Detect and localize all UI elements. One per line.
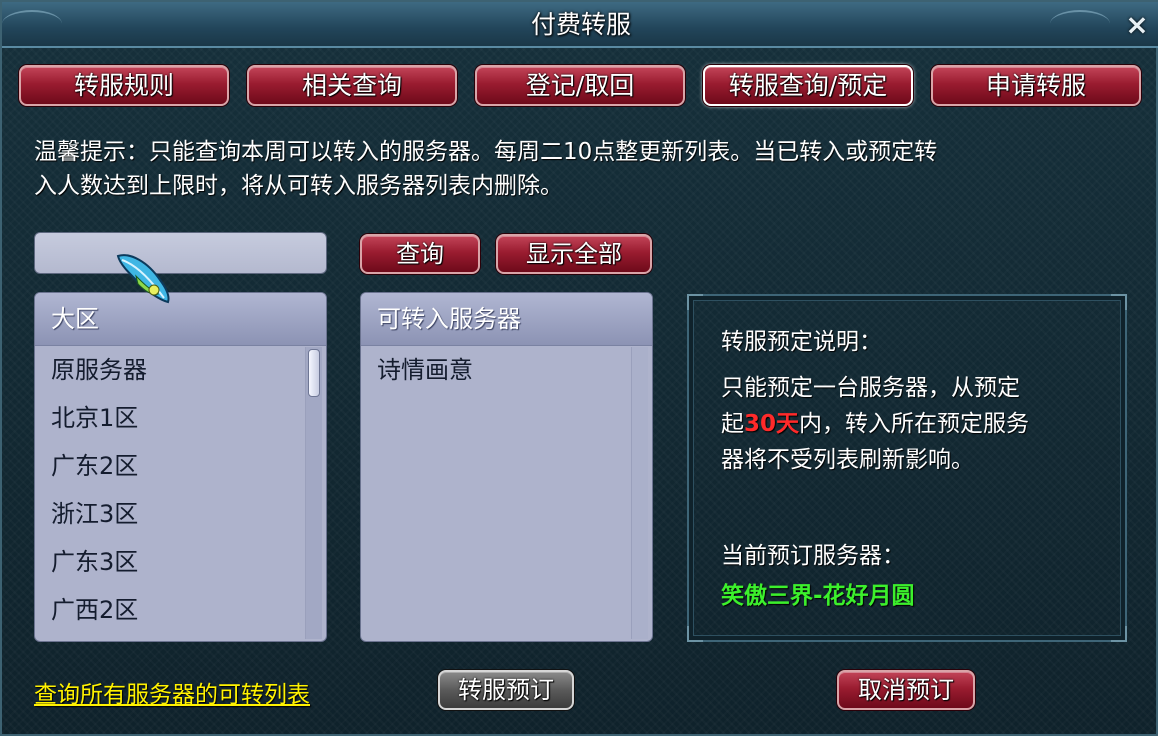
tab-register-retrieve[interactable]: 登记/取回	[475, 65, 685, 106]
tab-apply-transfer[interactable]: 申请转服	[931, 65, 1141, 106]
reservation-info-panel: 转服预定说明： 只能预定一台服务器，从预定 起30天内，转入所在预定服务 器将不…	[687, 294, 1127, 642]
close-icon[interactable]: ×	[1122, 10, 1152, 40]
reservation-days: 30天	[744, 411, 800, 437]
cancel-reservation-button[interactable]: 取消预订	[837, 670, 975, 710]
server-list-header: 可转入服务器	[361, 293, 652, 346]
server-list-scrollbar[interactable]	[631, 347, 648, 639]
feather-cursor-icon	[116, 254, 170, 304]
show-all-button[interactable]: 显示全部	[496, 234, 652, 274]
transfer-window: 付费转服 × 转服规则 相关查询 登记/取回 转服查询/预定 申请转服 温馨提示…	[0, 0, 1158, 736]
notice-line-1: 温馨提示：只能查询本周可以转入的服务器。每周二10点整更新列表。当已转入或预定转	[34, 139, 938, 165]
current-reserved-server: 笑傲三界-花好月圆	[721, 583, 915, 609]
search-input[interactable]	[34, 232, 327, 274]
panel-corner	[1111, 626, 1127, 642]
info-line-2-suffix: 内，转入所在预定服务	[799, 411, 1030, 437]
region-list-item[interactable]: 浙江3区	[35, 490, 326, 538]
title-bar[interactable]: 付费转服 ×	[2, 2, 1158, 48]
region-list-item[interactable]: 广东2区	[35, 442, 326, 490]
query-button[interactable]: 查询	[360, 234, 480, 274]
tab-transfer-rules[interactable]: 转服规则	[19, 65, 229, 106]
server-list[interactable]: 可转入服务器 诗情画意	[360, 292, 653, 642]
region-list-item[interactable]: 广西2区	[35, 586, 326, 634]
scrollbar-thumb[interactable]	[308, 349, 320, 397]
window-title: 付费转服	[530, 10, 631, 39]
info-line-2-prefix: 起	[721, 411, 744, 437]
info-heading: 转服预定说明：	[721, 329, 882, 355]
region-list-header: 大区	[35, 293, 326, 346]
region-list-item[interactable]: 北京1区	[35, 394, 326, 442]
region-list-scrollbar[interactable]	[305, 347, 322, 639]
all-servers-transfer-list-link[interactable]: 查询所有服务器的可转列表	[34, 675, 310, 709]
tab-related-query[interactable]: 相关查询	[247, 65, 457, 106]
panel-corner	[1111, 294, 1127, 310]
current-reserved-label: 当前预订服务器：	[721, 543, 905, 569]
notice-text: 温馨提示：只能查询本周可以转入的服务器。每周二10点整更新列表。当已转入或预定转…	[34, 135, 1134, 203]
tab-transfer-query-reserve[interactable]: 转服查询/预定	[703, 65, 913, 106]
reserve-transfer-button[interactable]: 转服预订	[438, 670, 574, 710]
region-list-item[interactable]: 广东3区	[35, 538, 326, 586]
notice-line-2: 入人数达到上限时，将从可转入服务器列表内删除。	[34, 173, 563, 199]
panel-corner	[687, 294, 703, 310]
info-line-3: 器将不受列表刷新影响。	[721, 447, 974, 473]
panel-corner	[687, 626, 703, 642]
region-list-item[interactable]: 原服务器	[35, 346, 326, 394]
info-line-1: 只能预定一台服务器，从预定	[721, 375, 1020, 401]
server-list-item[interactable]: 诗情画意	[361, 346, 652, 394]
region-list[interactable]: 大区 原服务器 北京1区 广东2区 浙江3区 广东3区 广西2区	[34, 292, 327, 642]
info-line-2: 起30天内，转入所在预定服务	[721, 404, 1029, 438]
